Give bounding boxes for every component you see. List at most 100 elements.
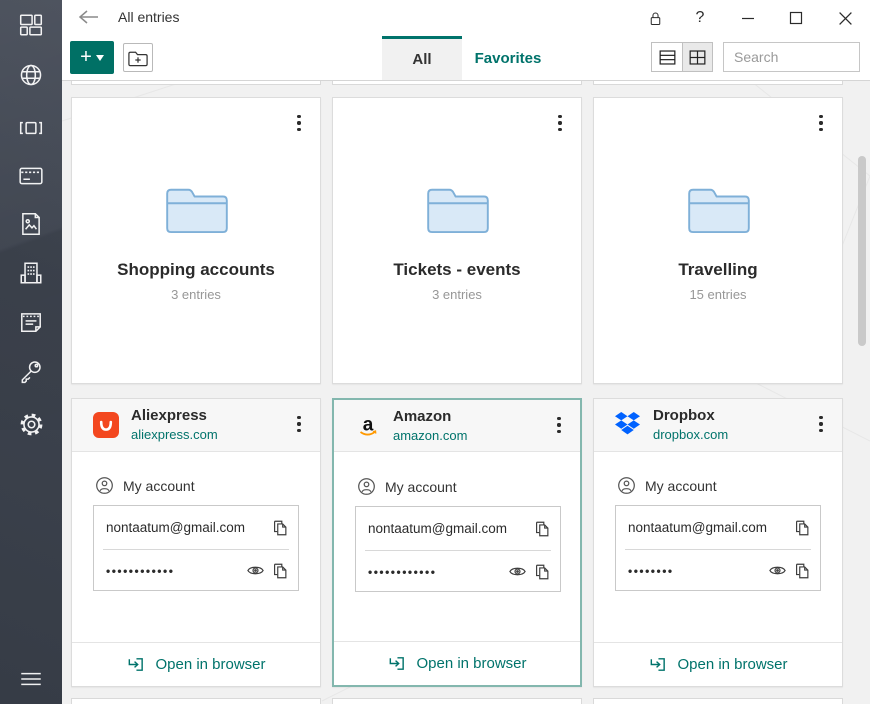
copy-password-button[interactable] bbox=[271, 562, 289, 580]
copy-icon bbox=[533, 520, 551, 538]
copy-icon bbox=[793, 562, 811, 580]
copy-login-button[interactable] bbox=[271, 519, 289, 537]
sidebar-item-web-accounts[interactable] bbox=[0, 58, 62, 92]
globe-icon bbox=[18, 62, 44, 88]
folder-card[interactable]: Travelling 15 entries bbox=[593, 97, 843, 384]
search-input[interactable] bbox=[723, 42, 860, 72]
login-value: nontaatum@gmail.com bbox=[106, 520, 265, 535]
folder-name: Tickets - events bbox=[333, 260, 581, 280]
sidebar-item-dashboard[interactable] bbox=[0, 8, 62, 42]
list-view-button[interactable] bbox=[651, 42, 682, 72]
more-options-button[interactable] bbox=[288, 411, 310, 437]
folder-entry-count: 3 entries bbox=[72, 287, 320, 302]
close-button[interactable] bbox=[830, 4, 860, 32]
tab-all[interactable]: All bbox=[382, 36, 462, 80]
credentials-box: nontaatum@gmail.com •••••••• bbox=[615, 505, 821, 591]
folder-name: Travelling bbox=[594, 260, 842, 280]
lock-button[interactable] bbox=[640, 4, 670, 32]
svg-text:a: a bbox=[363, 415, 374, 436]
minimize-icon bbox=[741, 11, 755, 25]
folder-icon bbox=[686, 184, 752, 234]
more-options-button[interactable] bbox=[549, 110, 571, 136]
open-in-browser-button[interactable]: Open in browser bbox=[334, 641, 580, 685]
sidebar bbox=[0, 0, 62, 704]
open-in-browser-label: Open in browser bbox=[677, 656, 787, 673]
password-field: •••••••• bbox=[616, 549, 820, 592]
gear-icon bbox=[18, 411, 45, 438]
more-options-button[interactable] bbox=[810, 110, 832, 136]
back-arrow-icon bbox=[78, 9, 100, 25]
scrolled-card-remnant bbox=[71, 698, 321, 704]
account-card-header: Dropbox dropbox.com bbox=[594, 399, 842, 452]
account-domain-link[interactable]: dropbox.com bbox=[653, 427, 728, 442]
scrolled-card-remnant bbox=[593, 698, 843, 704]
folder-card[interactable]: Shopping accounts 3 entries bbox=[71, 97, 321, 384]
credentials-box: nontaatum@gmail.com •••••••••••• bbox=[355, 506, 561, 592]
account-domain-link[interactable]: aliexpress.com bbox=[131, 427, 218, 442]
grid-view-icon bbox=[688, 48, 707, 67]
plus-icon: + bbox=[80, 48, 92, 66]
sidebar-item-bank-cards[interactable] bbox=[0, 159, 62, 193]
minimize-button[interactable] bbox=[733, 4, 763, 32]
entries-grid: Shopping accounts 3 entries Tickets - ev… bbox=[62, 80, 870, 704]
maximize-button[interactable] bbox=[781, 4, 811, 32]
sidebar-item-keys[interactable] bbox=[0, 354, 62, 388]
folder-icon bbox=[425, 184, 491, 234]
page-title: All entries bbox=[118, 9, 179, 25]
sidebar-item-documents[interactable] bbox=[0, 207, 62, 241]
add-folder-button[interactable] bbox=[123, 43, 153, 72]
account-card[interactable]: Aliexpress aliexpress.com My account non… bbox=[71, 398, 321, 687]
building-icon bbox=[18, 260, 44, 286]
aliexpress-logo-icon bbox=[93, 412, 119, 438]
account-card[interactable]: Dropbox dropbox.com My account nontaatum… bbox=[593, 398, 843, 687]
eye-icon bbox=[768, 561, 787, 580]
account-card[interactable]: a Amazon amazon.com My account nontaatum… bbox=[332, 398, 582, 687]
notes-icon bbox=[18, 309, 44, 335]
open-in-browser-icon bbox=[648, 655, 667, 674]
folder-card[interactable]: Tickets - events 3 entries bbox=[332, 97, 582, 384]
open-in-browser-button[interactable]: Open in browser bbox=[594, 642, 842, 686]
sidebar-item-organizations[interactable] bbox=[0, 256, 62, 290]
image-document-icon bbox=[18, 211, 44, 237]
help-button[interactable]: ? bbox=[685, 4, 715, 32]
account-user-row: My account bbox=[95, 476, 195, 495]
open-in-browser-icon bbox=[126, 655, 145, 674]
list-view-icon bbox=[658, 48, 677, 67]
amazon-logo-icon: a bbox=[355, 413, 381, 439]
toolbar: + All Favorites bbox=[62, 36, 870, 80]
sidebar-item-menu[interactable] bbox=[0, 662, 62, 696]
account-domain-link[interactable]: amazon.com bbox=[393, 428, 467, 443]
scrolled-card-remnant bbox=[593, 80, 843, 85]
show-password-button[interactable] bbox=[508, 562, 527, 581]
vertical-scrollbar[interactable] bbox=[858, 156, 866, 346]
copy-password-button[interactable] bbox=[793, 562, 811, 580]
sidebar-item-applications[interactable] bbox=[0, 111, 62, 145]
copy-login-button[interactable] bbox=[793, 519, 811, 537]
more-options-button[interactable] bbox=[288, 110, 310, 136]
scrolled-card-remnant bbox=[71, 80, 321, 85]
folder-entry-count: 15 entries bbox=[594, 287, 842, 302]
copy-login-button[interactable] bbox=[533, 520, 551, 538]
back-button[interactable] bbox=[76, 7, 102, 29]
sidebar-item-settings[interactable] bbox=[0, 407, 62, 441]
copy-password-button[interactable] bbox=[533, 563, 551, 581]
show-password-button[interactable] bbox=[246, 561, 265, 580]
hamburger-menu-icon bbox=[18, 666, 44, 692]
sidebar-item-notes[interactable] bbox=[0, 305, 62, 339]
tab-favorites[interactable]: Favorites bbox=[462, 36, 554, 80]
password-mask: •••••••••••• bbox=[368, 565, 502, 579]
account-label: My account bbox=[385, 479, 457, 495]
open-in-browser-button[interactable]: Open in browser bbox=[72, 642, 320, 686]
folder-name: Shopping accounts bbox=[72, 260, 320, 280]
add-entry-button[interactable]: + bbox=[70, 41, 114, 74]
grid-view-button[interactable] bbox=[682, 42, 713, 72]
credentials-box: nontaatum@gmail.com •••••••••••• bbox=[93, 505, 299, 591]
password-field: •••••••••••• bbox=[356, 550, 560, 593]
dropdown-caret-icon bbox=[96, 55, 104, 61]
more-options-button[interactable] bbox=[548, 412, 570, 438]
login-value: nontaatum@gmail.com bbox=[628, 520, 787, 535]
eye-icon bbox=[508, 562, 527, 581]
person-icon bbox=[95, 476, 114, 495]
show-password-button[interactable] bbox=[768, 561, 787, 580]
more-options-button[interactable] bbox=[810, 411, 832, 437]
